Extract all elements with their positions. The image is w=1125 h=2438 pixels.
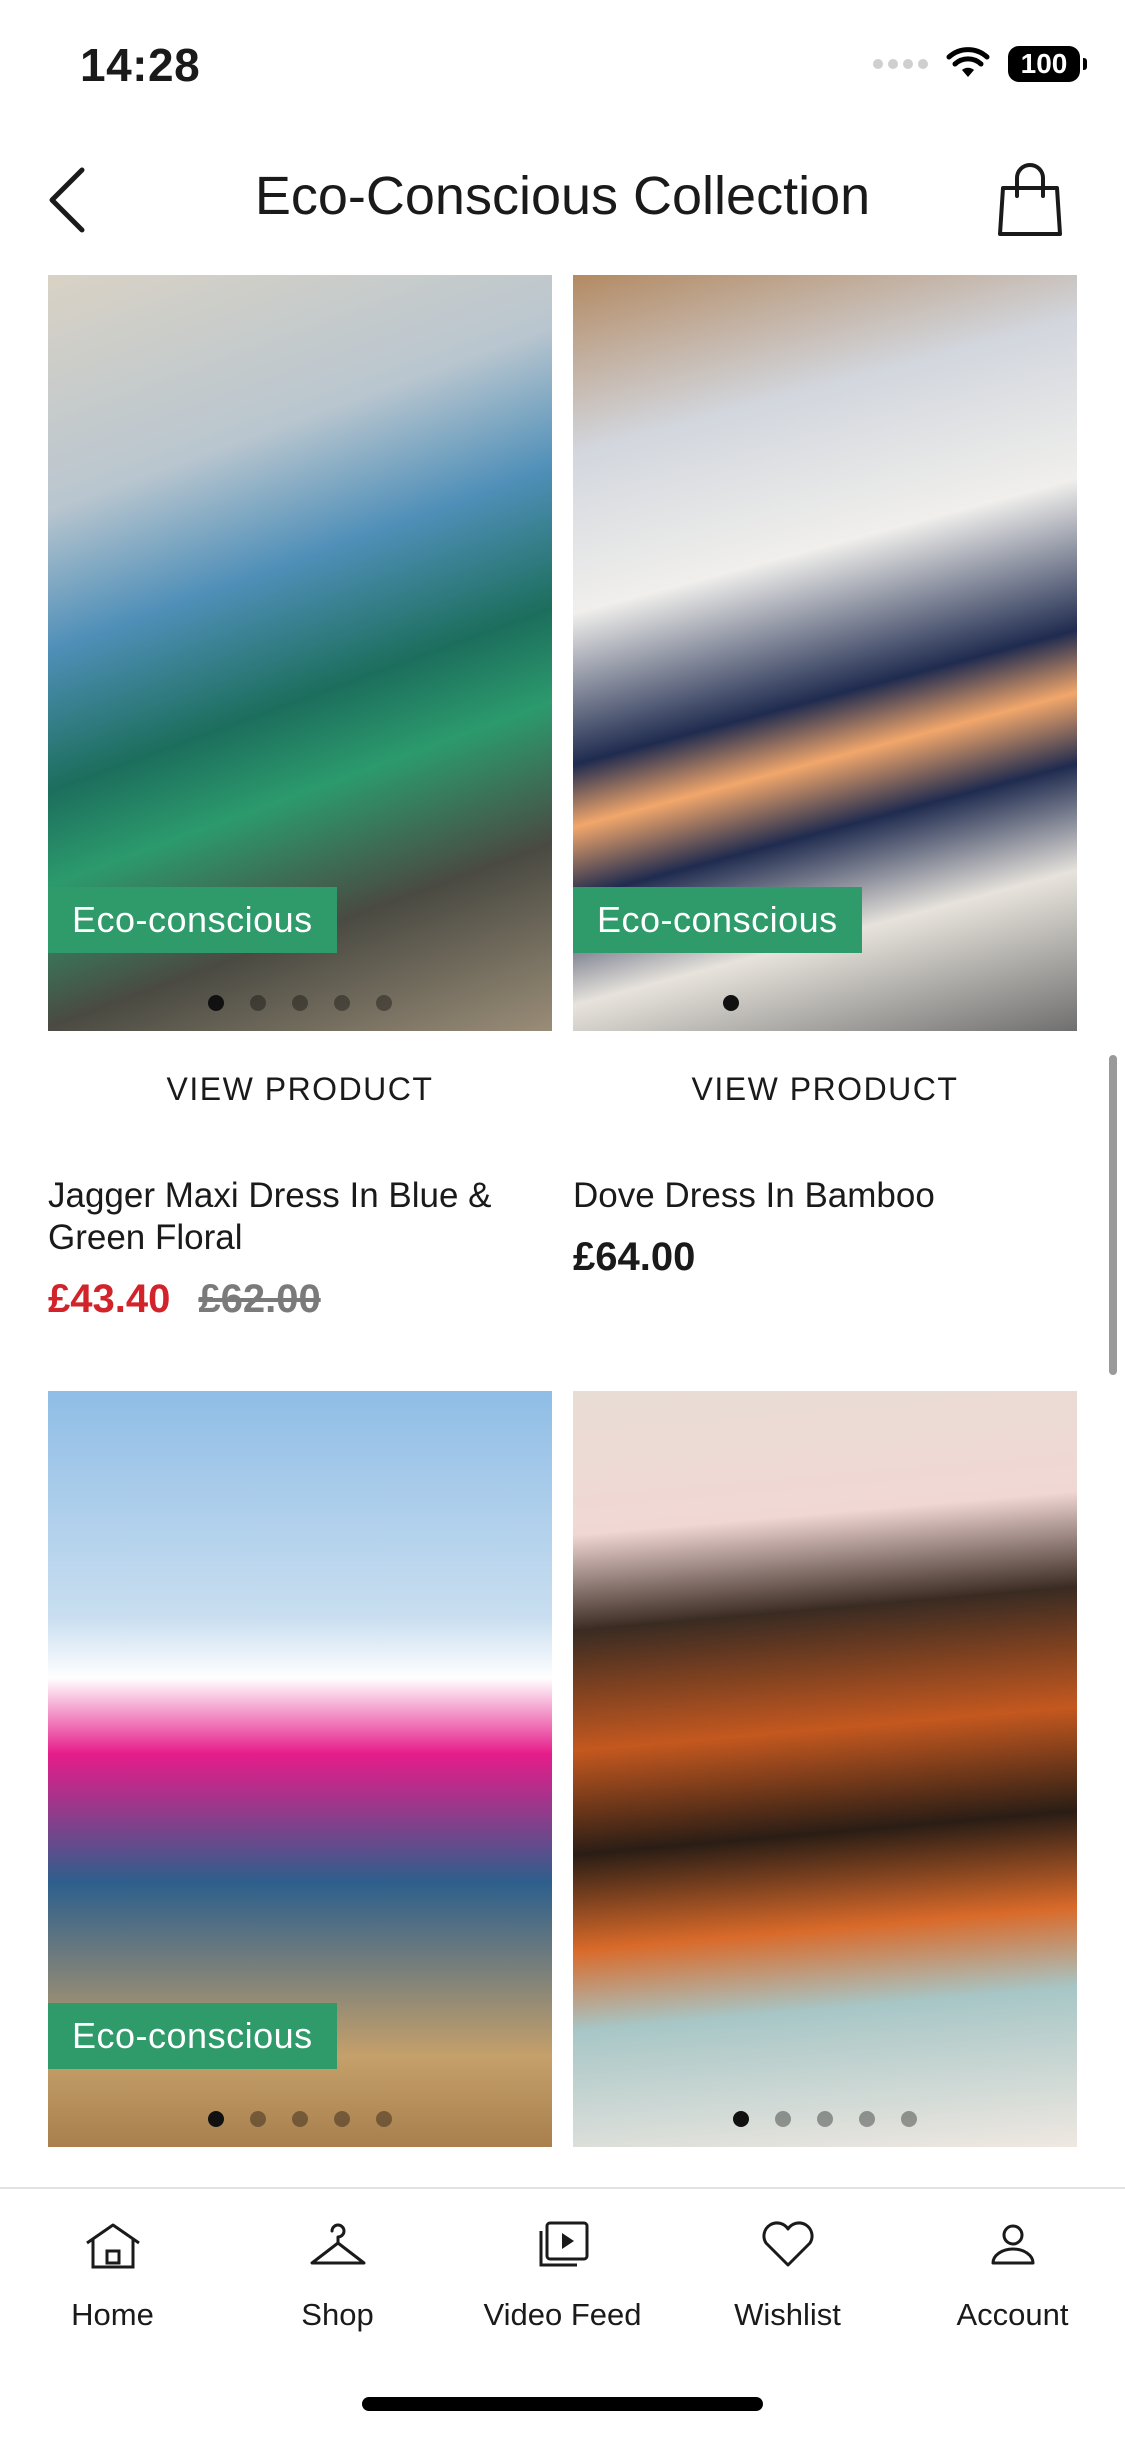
pager-dot[interactable]: [817, 2111, 833, 2127]
tab-label: Wishlist: [734, 2297, 841, 2332]
user-icon: [991, 2224, 1034, 2265]
tab-label: Video Feed: [483, 2297, 642, 2332]
sale-price: £43.40: [48, 1277, 171, 1321]
tab-label: Shop: [301, 2297, 374, 2332]
image-pager-dots[interactable]: [48, 2111, 552, 2127]
tab-wishlist[interactable]: Wishlist: [675, 2219, 900, 2333]
pager-dot[interactable]: [733, 2111, 749, 2127]
pager-dot[interactable]: [334, 995, 350, 1011]
original-price: £62.00: [198, 1277, 321, 1321]
pager-dot[interactable]: [208, 2111, 224, 2127]
home-icon: [85, 2223, 140, 2269]
product-image[interactable]: Eco-conscious: [48, 275, 552, 1031]
view-product-button[interactable]: VIEW PRODUCT: [573, 1071, 1077, 1115]
product-card[interactable]: Eco-conscious: [48, 1391, 552, 2147]
pager-dot[interactable]: [376, 995, 392, 1011]
battery-icon: 100: [1008, 46, 1087, 82]
product-name[interactable]: Dove Dress In Bamboo: [573, 1175, 1077, 1217]
tab-video-feed[interactable]: Video Feed: [450, 2219, 675, 2333]
pager-dot[interactable]: [901, 2111, 917, 2127]
tab-home[interactable]: Home: [0, 2219, 225, 2333]
pager-dot[interactable]: [334, 2111, 350, 2127]
heart-icon: [762, 2221, 813, 2267]
bag-button[interactable]: [995, 160, 1065, 240]
product-card[interactable]: [573, 1391, 1077, 2147]
page-title: Eco-Conscious Collection: [254, 166, 871, 226]
cellular-signal-icon: [873, 59, 928, 69]
pager-dot[interactable]: [208, 995, 224, 1011]
pager-dot[interactable]: [859, 2111, 875, 2127]
image-pager-dots[interactable]: [723, 995, 1077, 1011]
price: £64.00: [573, 1235, 696, 1279]
eco-badge: Eco-conscious: [573, 887, 862, 953]
scrollbar[interactable]: [1109, 1055, 1117, 1375]
hanger-icon: [310, 2223, 365, 2265]
tab-shop[interactable]: Shop: [225, 2219, 450, 2333]
video-feed-icon: [539, 2221, 588, 2267]
product-image[interactable]: Eco-conscious: [48, 1391, 552, 2147]
product-name[interactable]: Jagger Maxi Dress In Blue & Green Floral: [48, 1175, 552, 1259]
pager-dot[interactable]: [292, 995, 308, 1011]
status-time: 14:28: [80, 39, 201, 91]
product-card[interactable]: Eco-conscious VIEW PRODUCT Dove Dress In…: [573, 275, 1077, 1280]
pager-dot[interactable]: [250, 995, 266, 1011]
wifi-icon: [946, 47, 990, 77]
shopping-bag-icon: [998, 163, 1062, 236]
product-image[interactable]: [573, 1391, 1077, 2147]
price-row: £43.40 £62.00: [48, 1277, 552, 1322]
status-indicators: 100: [873, 46, 1087, 82]
price-row: £64.00: [573, 1235, 1077, 1280]
image-pager-dots[interactable]: [573, 2111, 1077, 2127]
eco-badge: Eco-conscious: [48, 887, 337, 953]
image-pager-dots[interactable]: [48, 995, 552, 1011]
tab-account[interactable]: Account: [900, 2219, 1125, 2333]
pager-dot[interactable]: [376, 2111, 392, 2127]
home-indicator[interactable]: [362, 2397, 763, 2411]
pager-dot[interactable]: [250, 2111, 266, 2127]
view-product-button[interactable]: VIEW PRODUCT: [48, 1071, 552, 1115]
product-card[interactable]: Eco-conscious VIEW PRODUCT Jagger Maxi D…: [48, 275, 552, 1322]
pager-dot[interactable]: [723, 995, 739, 1011]
eco-badge: Eco-conscious: [48, 2003, 337, 2069]
product-image[interactable]: Eco-conscious: [573, 275, 1077, 1031]
pager-dot[interactable]: [292, 2111, 308, 2127]
tab-label: Account: [956, 2297, 1069, 2332]
tab-label: Home: [71, 2297, 154, 2332]
pager-dot[interactable]: [775, 2111, 791, 2127]
